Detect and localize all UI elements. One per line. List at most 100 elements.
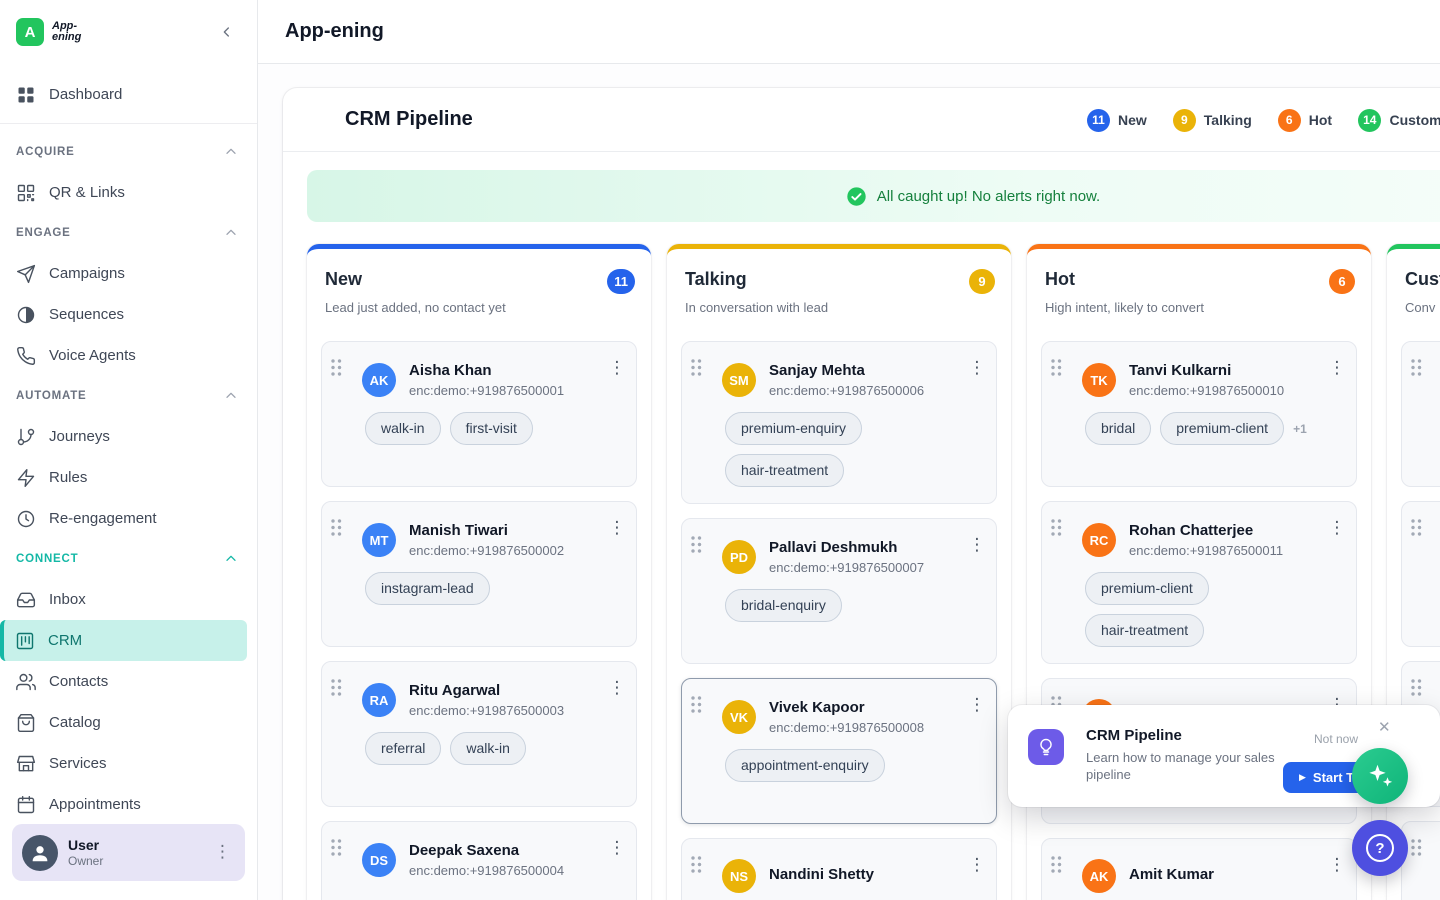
lead-name: Sanjay Mehta	[769, 362, 924, 379]
drag-handle-icon[interactable]	[691, 359, 703, 378]
column-subtitle: In conversation with lead	[685, 300, 993, 315]
stat-count-badge: 9	[1173, 109, 1196, 132]
card-menu-button[interactable]: ⋮	[606, 360, 628, 377]
card-head: MTManish Tiwarienc:demo:+919876500002	[362, 522, 602, 558]
tag: first-visit	[450, 412, 533, 445]
stat-hot: 6Hot	[1278, 109, 1332, 132]
lead-card-amit-kumar[interactable]: ⋮AKAmit Kumar	[1041, 838, 1357, 900]
lead-card[interactable]: ⋮	[1401, 341, 1440, 487]
drag-handle-icon[interactable]	[331, 679, 343, 698]
sidebar-section-automate[interactable]: AUTOMATE	[0, 376, 257, 416]
lead-phone: enc:demo:+919876500001	[409, 383, 564, 398]
card-menu-button[interactable]: ⋮	[966, 537, 988, 554]
tag: referral	[365, 732, 441, 765]
sidebar-item-campaigns[interactable]: Campaigns	[0, 253, 257, 294]
lead-card-tanvi-kulkarni[interactable]: ⋮TKTanvi Kulkarnienc:demo:+919876500010b…	[1041, 341, 1357, 487]
lead-card-pallavi-deshmukh[interactable]: ⋮PDPallavi Deshmukhenc:demo:+91987650000…	[681, 518, 997, 664]
drag-handle-icon[interactable]	[331, 839, 343, 858]
card-menu-button[interactable]: ⋮	[1326, 857, 1348, 874]
avatar: VK	[722, 700, 756, 734]
drag-handle-icon[interactable]	[1411, 519, 1423, 538]
lead-card-sanjay-mehta[interactable]: ⋮SMSanjay Mehtaenc:demo:+919876500006pre…	[681, 341, 997, 504]
drag-handle-icon[interactable]	[691, 856, 703, 875]
sidebar-item-voice-agents[interactable]: Voice Agents	[0, 335, 257, 376]
section-label: AUTOMATE	[16, 390, 87, 402]
drag-handle-icon[interactable]	[331, 519, 343, 538]
drag-handle-icon[interactable]	[1411, 679, 1423, 698]
phone-icon	[16, 346, 36, 366]
lightbulb-icon	[1028, 729, 1064, 765]
close-icon[interactable]: ✕	[1378, 720, 1391, 735]
sidebar-item-services[interactable]: Services	[0, 743, 257, 784]
lead-name: Nandini Shetty	[769, 866, 874, 883]
sidebar-item-inbox[interactable]: Inbox	[0, 579, 257, 620]
card-menu-button[interactable]: ⋮	[1326, 520, 1348, 537]
calendar-icon	[16, 795, 36, 815]
lead-card[interactable]: ⋮	[1401, 821, 1440, 900]
column-subtitle: Conv	[1405, 300, 1440, 315]
drag-handle-icon[interactable]	[1051, 359, 1063, 378]
help-fab[interactable]: ?	[1352, 820, 1408, 876]
toast-dismiss-button[interactable]: Not now	[1314, 732, 1358, 746]
app-logo: A App- ening	[16, 18, 81, 46]
drag-handle-icon[interactable]	[691, 696, 703, 715]
lead-card-nandini-shetty[interactable]: ⋮NSNandini Shetty	[681, 838, 997, 900]
drag-handle-icon[interactable]	[1051, 519, 1063, 538]
card-menu-button[interactable]: ⋮	[966, 697, 988, 714]
lead-card-deepak-saxena[interactable]: ⋮DSDeepak Saxenaenc:demo:+919876500004	[321, 821, 637, 900]
sidebar-item-crm[interactable]: CRM	[0, 620, 247, 661]
drag-handle-icon[interactable]	[1411, 839, 1423, 858]
sidebar-item-dashboard[interactable]: Dashboard	[0, 74, 257, 115]
lead-phone: enc:demo:+919876500003	[409, 703, 564, 718]
lead-name: Manish Tiwari	[409, 522, 564, 539]
sidebar-item-sequences[interactable]: Sequences	[0, 294, 257, 335]
user-menu-button[interactable]: ⋮	[214, 844, 235, 861]
card-menu-button[interactable]: ⋮	[606, 840, 628, 857]
lead-phone: enc:demo:+919876500008	[769, 720, 924, 735]
stat-customer: 14Customer	[1358, 109, 1440, 132]
sidebar-item-appointments[interactable]: Appointments	[0, 784, 257, 825]
sidebar-item-label: Contacts	[49, 673, 108, 690]
card-menu-button[interactable]: ⋮	[606, 520, 628, 537]
sidebar-item-re-engagement[interactable]: Re-engagement	[0, 498, 257, 539]
sidebar-item-contacts[interactable]: Contacts	[0, 661, 257, 702]
card-head: AKAmit Kumar	[1082, 859, 1322, 893]
sidebar-item-rules[interactable]: Rules	[0, 457, 257, 498]
lead-card-ritu-agarwal[interactable]: ⋮RARitu Agarwalenc:demo:+919876500003ref…	[321, 661, 637, 807]
sidebar-collapse-button[interactable]	[215, 20, 239, 44]
ai-assistant-fab[interactable]	[1352, 748, 1408, 804]
tag-list: premium-clienthair-treatment	[1085, 572, 1322, 647]
lead-card-vivek-kapoor[interactable]: ⋮ VK Vivek Kapoor enc:demo:+919876500008 app…	[681, 678, 997, 824]
sidebar-item-label: CRM	[48, 632, 82, 649]
sidebar-section-connect[interactable]: CONNECT	[0, 539, 257, 579]
sidebar-item-label: Inbox	[49, 591, 86, 608]
lead-card-rohan-chatterjee[interactable]: ⋮RCRohan Chatterjeeenc:demo:+91987650001…	[1041, 501, 1357, 664]
column-subtitle: High intent, likely to convert	[1045, 300, 1353, 315]
card-menu-button[interactable]: ⋮	[1326, 360, 1348, 377]
sidebar-item-qr-links[interactable]: QR & Links	[0, 172, 257, 213]
avatar: AK	[1082, 859, 1116, 893]
tag: instagram-lead	[365, 572, 490, 605]
tag-list: instagram-lead	[365, 572, 602, 605]
column-talking: Talking9In conversation with lead⋮SMSanj…	[667, 244, 1011, 900]
tag-list: appointment-enquiry	[725, 749, 962, 782]
user-card[interactable]: User Owner ⋮	[12, 824, 245, 881]
sidebar-section-engage[interactable]: ENGAGE	[0, 213, 257, 253]
lead-card-manish-tiwari[interactable]: ⋮MTManish Tiwarienc:demo:+919876500002 in…	[321, 501, 637, 647]
sidebar-item-catalog[interactable]: Catalog	[0, 702, 257, 743]
lead-card-aisha-khan[interactable]: ⋮AKAisha Khanenc:demo:+919876500001walk-…	[321, 341, 637, 487]
sequence-icon	[16, 305, 36, 325]
drag-handle-icon[interactable]	[691, 536, 703, 555]
drag-handle-icon[interactable]	[1051, 856, 1063, 875]
drag-handle-icon[interactable]	[1411, 359, 1423, 378]
lead-name: Vivek Kapoor	[769, 699, 924, 716]
card-menu-button[interactable]: ⋮	[966, 857, 988, 874]
column-new: New11Lead just added, no contact yet⋮AKA…	[307, 244, 651, 900]
drag-handle-icon[interactable]	[331, 359, 343, 378]
sidebar-item-journeys[interactable]: Journeys	[0, 416, 257, 457]
card-menu-button[interactable]: ⋮	[606, 680, 628, 697]
sidebar-section-acquire[interactable]: ACQUIRE	[0, 132, 257, 172]
card-menu-button[interactable]: ⋮	[966, 360, 988, 377]
sidebar-divider	[0, 123, 257, 124]
lead-card[interactable]: ⋮	[1401, 501, 1440, 647]
